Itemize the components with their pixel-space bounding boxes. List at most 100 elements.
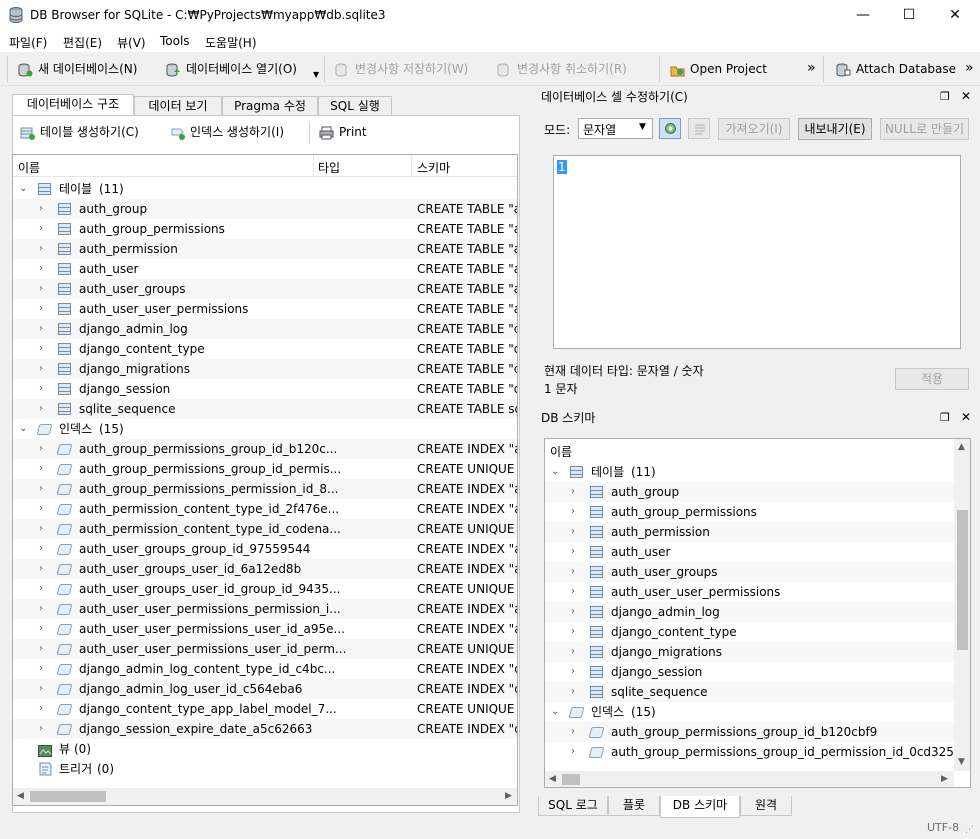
chevron-right-icon[interactable]: › bbox=[39, 619, 43, 639]
tree-row-index[interactable]: › auth_user_user_permissions_permission_i… bbox=[13, 599, 517, 619]
tree-row-table[interactable]: › auth_user_groups CREATE TABLE "aut bbox=[13, 279, 517, 299]
tree-row-index[interactable]: › auth_user_groups_group_id_97559544 CREAT… bbox=[13, 539, 517, 559]
chevron-down-icon[interactable]: ⌄ bbox=[19, 419, 27, 439]
menu-view[interactable]: 뷰(V) bbox=[117, 34, 146, 51]
tree-row-index[interactable]: › django_session_expire_date_a5c62663 CREA… bbox=[13, 719, 517, 739]
tree-row-table[interactable]: › auth_permission CREATE TABLE "aut bbox=[13, 239, 517, 259]
tab-db-structure[interactable]: 데이터베이스 구조 bbox=[12, 94, 134, 116]
schema-row-table[interactable]: › auth_user bbox=[545, 542, 954, 562]
schema-group-indexes[interactable]: ⌄ 인덱스 (15) bbox=[545, 702, 954, 722]
chevron-right-icon[interactable]: › bbox=[571, 542, 575, 562]
tree-row-index[interactable]: › django_content_type_app_label_model_7..… bbox=[13, 699, 517, 719]
chevron-right-icon[interactable]: › bbox=[39, 539, 43, 559]
chevron-right-icon[interactable]: › bbox=[571, 582, 575, 602]
chevron-right-icon[interactable]: › bbox=[571, 722, 575, 742]
tree-row-table[interactable]: › django_session CREATE TABLE "dja bbox=[13, 379, 517, 399]
scroll-down-arrow-icon[interactable]: ▼ bbox=[958, 757, 965, 767]
schema-scrollbar-thumb[interactable] bbox=[957, 510, 968, 650]
tree-row-index[interactable]: › auth_group_permissions_group_id_b120c..… bbox=[13, 439, 517, 459]
chevron-right-icon[interactable]: › bbox=[571, 502, 575, 522]
scroll-right-arrow-icon[interactable]: ▶ bbox=[505, 791, 512, 801]
tree-row-index[interactable]: › auth_user_user_permissions_user_id_perm… bbox=[13, 639, 517, 659]
chevron-right-icon[interactable]: › bbox=[39, 259, 43, 279]
schema-row-table[interactable]: › sqlite_sequence bbox=[545, 682, 954, 702]
menu-file[interactable]: 파일(F) bbox=[9, 34, 47, 51]
maximize-button[interactable]: ☐ bbox=[886, 0, 932, 30]
chevron-right-icon[interactable]: › bbox=[39, 499, 43, 519]
create-index-button[interactable]: 인덱스 생성하기(I) bbox=[170, 121, 284, 143]
auto-format-toggle[interactable] bbox=[659, 118, 681, 139]
word-wrap-button[interactable] bbox=[688, 118, 710, 139]
tab-db-schema[interactable]: DB 스키마 bbox=[660, 796, 740, 818]
schema-horizontal-scrollbar[interactable]: ◀ ▶ bbox=[545, 771, 954, 787]
tree-row-table[interactable]: › django_admin_log CREATE TABLE "dja bbox=[13, 319, 517, 339]
minimize-button[interactable]: — bbox=[840, 0, 886, 30]
scroll-left-arrow-icon[interactable]: ◀ bbox=[17, 791, 24, 801]
tree-row-table[interactable]: › auth_user_user_permissions CREATE TABLE … bbox=[13, 299, 517, 319]
tree-row-index[interactable]: › auth_user_groups_user_id_group_id_9435.… bbox=[13, 579, 517, 599]
schema-header-name[interactable]: 이름 bbox=[550, 443, 572, 460]
db-structure-tree[interactable]: 이름 타입 스키마 ⌄ 테이블 (11) › auth_group CREATE TABL… bbox=[12, 154, 518, 806]
tab-execute-sql[interactable]: SQL 실행 bbox=[318, 96, 392, 116]
revert-changes-button[interactable]: 변경사항 취소하기(R) bbox=[497, 58, 627, 80]
tree-row-index[interactable]: › auth_group_permissions_permission_id_8.… bbox=[13, 479, 517, 499]
import-button[interactable]: 가져오기(I) bbox=[718, 118, 790, 140]
tree-row-table[interactable]: › auth_group_permissions CREATE TABLE "aut bbox=[13, 219, 517, 239]
chevron-right-icon[interactable]: › bbox=[39, 279, 43, 299]
chevron-right-icon[interactable]: › bbox=[39, 559, 43, 579]
chevron-right-icon[interactable]: › bbox=[39, 439, 43, 459]
tree-row-index[interactable]: › auth_permission_content_type_id_2f476e.… bbox=[13, 499, 517, 519]
chevron-right-icon[interactable]: › bbox=[39, 479, 43, 499]
chevron-right-icon[interactable]: › bbox=[39, 699, 43, 719]
schema-hscroll-thumb[interactable] bbox=[562, 774, 580, 785]
tree-group-indexes[interactable]: ⌄ 인덱스 (15) bbox=[13, 419, 517, 439]
create-table-button[interactable]: 테이블 생성하기(C) bbox=[20, 121, 139, 143]
tab-sql-log[interactable]: SQL 로그 bbox=[538, 796, 608, 816]
mode-select[interactable]: 문자열 ▼ bbox=[578, 118, 653, 139]
chevron-right-icon[interactable]: › bbox=[39, 299, 43, 319]
toolbar-overflow-button[interactable]: » bbox=[807, 60, 816, 76]
chevron-right-icon[interactable]: › bbox=[39, 599, 43, 619]
chevron-right-icon[interactable]: › bbox=[39, 379, 43, 399]
chevron-right-icon[interactable]: › bbox=[571, 662, 575, 682]
chevron-right-icon[interactable]: › bbox=[571, 562, 575, 582]
chevron-right-icon[interactable]: › bbox=[571, 742, 575, 762]
cell-editor[interactable]: 1 bbox=[553, 155, 961, 349]
close-button[interactable]: ✕ bbox=[932, 0, 978, 30]
menu-edit[interactable]: 편집(E) bbox=[63, 34, 102, 51]
tree-row-table[interactable]: › django_migrations CREATE TABLE "dja bbox=[13, 359, 517, 379]
chevron-right-icon[interactable]: › bbox=[39, 579, 43, 599]
scrollbar-thumb[interactable] bbox=[30, 791, 106, 802]
chevron-right-icon[interactable]: › bbox=[571, 482, 575, 502]
tree-row-index[interactable]: › auth_user_groups_user_id_6a12ed8b CREATE… bbox=[13, 559, 517, 579]
tree-row-index[interactable]: › django_admin_log_content_type_id_c4bc..… bbox=[13, 659, 517, 679]
scroll-left-arrow-icon[interactable]: ◀ bbox=[549, 774, 556, 784]
schema-vertical-scrollbar[interactable]: ▲ ▼ bbox=[954, 439, 970, 771]
chevron-right-icon[interactable]: › bbox=[39, 319, 43, 339]
chevron-right-icon[interactable]: › bbox=[571, 622, 575, 642]
tree-row-table[interactable]: › sqlite_sequence CREATE TABLE sqlit bbox=[13, 399, 517, 419]
tree-row-table[interactable]: › django_content_type CREATE TABLE "dja bbox=[13, 339, 517, 359]
tab-edit-pragmas[interactable]: Pragma 수정 bbox=[222, 96, 318, 116]
resize-grip-icon[interactable]: ⋰ bbox=[965, 825, 974, 835]
chevron-right-icon[interactable]: › bbox=[39, 359, 43, 379]
dock-close-icon[interactable]: ✕ bbox=[961, 89, 971, 103]
write-changes-button[interactable]: 변경사항 저장하기(W) bbox=[335, 58, 468, 80]
tab-plot[interactable]: 플롯 bbox=[608, 796, 660, 816]
tree-row-table[interactable]: › auth_group CREATE TABLE "aut bbox=[13, 199, 517, 219]
tab-browse-data[interactable]: 데이터 보기 bbox=[134, 96, 222, 116]
open-database-dropdown-icon[interactable]: ▼ bbox=[313, 70, 319, 79]
dock-float-icon[interactable]: ❐ bbox=[940, 411, 950, 424]
chevron-right-icon[interactable]: › bbox=[39, 239, 43, 259]
chevron-right-icon[interactable]: › bbox=[39, 659, 43, 679]
scroll-up-arrow-icon[interactable]: ▲ bbox=[958, 442, 965, 452]
tree-group-views[interactable]: 뷰 (0) bbox=[13, 739, 517, 759]
schema-row-table[interactable]: › django_admin_log bbox=[545, 602, 954, 622]
toolbar-overflow-button-2[interactable]: » bbox=[965, 60, 974, 76]
chevron-right-icon[interactable]: › bbox=[39, 639, 43, 659]
scroll-right-arrow-icon[interactable]: ▶ bbox=[941, 774, 948, 784]
dock-close-icon[interactable]: ✕ bbox=[961, 410, 971, 424]
open-database-button[interactable]: 데이터베이스 열기(O) bbox=[166, 58, 297, 80]
chevron-right-icon[interactable]: › bbox=[39, 719, 43, 739]
apply-button[interactable]: 적용 bbox=[895, 368, 969, 390]
